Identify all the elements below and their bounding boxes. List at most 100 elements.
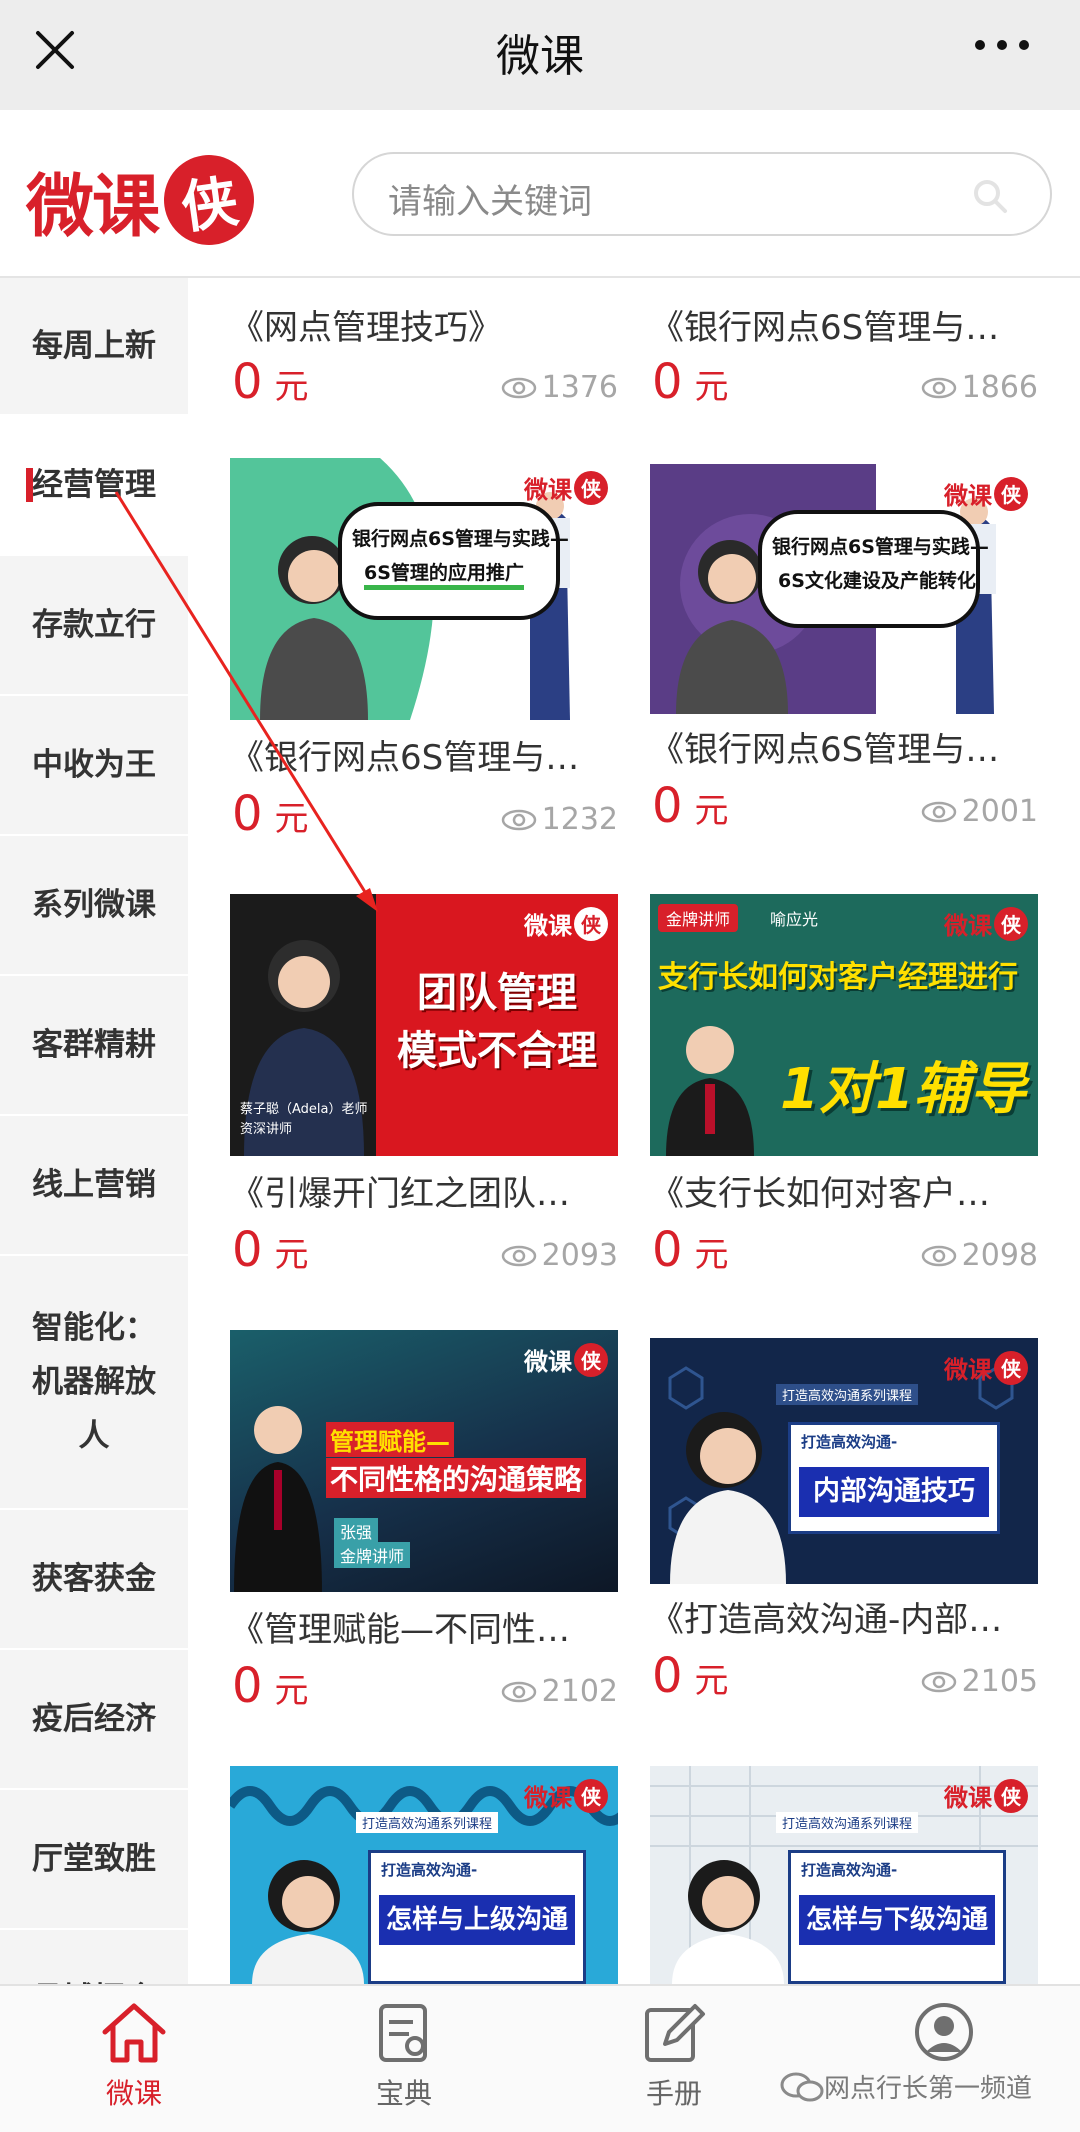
eye-icon: [921, 377, 956, 398]
sidebar-item-label: 县域掘金: [32, 1972, 156, 1984]
course-thumbnail[interactable]: 打造高效沟通系列课程 打造高效沟通- 怎样与下级沟通 微课侠: [650, 1766, 1038, 1984]
course-thumbnail[interactable]: 打造高效沟通系列课程 打造高效沟通- 内部沟通技巧 微课侠: [650, 1338, 1038, 1584]
brand-badge: 微课侠: [524, 470, 608, 505]
eye-icon: [501, 1681, 536, 1702]
price-value: 0: [652, 354, 683, 410]
price-value: 0: [652, 1222, 683, 1278]
course-title: 《银行网点6S管理与…: [650, 730, 1000, 770]
brand-text: 微课: [944, 911, 992, 940]
eye-icon: [501, 1245, 536, 1266]
brand-logo: 微课 侠: [26, 149, 260, 251]
brand-badge: 微课侠: [944, 1778, 1028, 1813]
sidebar-item-label: 经营管理: [32, 467, 156, 503]
sidebar-item-weekly-new[interactable]: 每周上新: [0, 278, 188, 416]
sidebar-item-label: 获客获金: [32, 1561, 156, 1597]
sidebar-item-label: 每周上新: [32, 328, 156, 364]
course-price: 0元: [652, 1222, 729, 1278]
price-unit: 元: [694, 1661, 729, 1701]
thumbnail-headline: 怎样与上级沟通: [379, 1895, 575, 1945]
course-thumbnail[interactable]: 银行网点6S管理与实践— 6S管理的应用推广 微课侠: [230, 458, 618, 720]
brand-text: 微课: [944, 481, 992, 510]
sidebar-item-acquisition[interactable]: 获客获金: [0, 1510, 188, 1650]
price-value: 0: [232, 354, 263, 410]
thumbnail-subheadline: 打造高效沟通-: [801, 1861, 898, 1879]
lecturer-name: 张强: [334, 1518, 379, 1544]
course-price: 0元: [232, 1658, 309, 1714]
thumbnail-subheadline: 打造高效沟通-: [381, 1861, 478, 1879]
tab-weike[interactable]: 微课: [64, 2000, 204, 2112]
thumbnail-subheadline: 打造高效沟通-: [801, 1433, 898, 1451]
course-thumbnail[interactable]: 管理赋能— 不同性格的沟通策略 张强 金牌讲师 微课侠: [230, 1330, 618, 1592]
eye-icon: [501, 809, 536, 830]
logo-text: 微课: [26, 166, 160, 247]
user-icon: [915, 2003, 973, 2061]
more-options-icon[interactable]: [972, 30, 1032, 60]
search-input[interactable]: 请输入关键词: [352, 152, 1052, 236]
sidebar-item-hall-win[interactable]: 厅堂致胜: [0, 1790, 188, 1930]
tab-baodian[interactable]: 宝典: [334, 2000, 474, 2112]
view-count-value: 2098: [961, 1238, 1038, 1273]
bubble-text: 银行网点6S管理与实践—: [772, 536, 989, 558]
sidebar-item-deposits[interactable]: 存款立行: [0, 556, 188, 696]
brand-badge: 微课侠: [524, 906, 608, 941]
lecturer-tag: 金牌讲师: [658, 904, 739, 932]
lecturer-name: 喻应光: [770, 910, 819, 929]
sidebar-item-label: 线上营销: [32, 1167, 156, 1203]
title-panel: 打造高效沟通- 怎样与下级沟通: [788, 1850, 1006, 1984]
sidebar-item-customer-segments[interactable]: 客群精耕: [0, 976, 188, 1116]
speech-bubble: 银行网点6S管理与实践— 6S管理的应用推广: [338, 502, 569, 620]
thumbnail-headline-2: 不同性格的沟通策略: [326, 1458, 587, 1498]
sidebar-item-series-courses[interactable]: 系列微课: [0, 836, 188, 976]
view-count: 2001: [920, 794, 1038, 829]
price-value: 0: [232, 786, 263, 842]
course-thumbnail[interactable]: 打造高效沟通系列课程 打造高效沟通- 怎样与上级沟通 微课侠: [230, 1766, 618, 1984]
sidebar-item-intermediate-income[interactable]: 中收为王: [0, 696, 188, 836]
search-icon[interactable]: [970, 176, 1010, 216]
active-indicator: [26, 468, 33, 502]
course-title: 《打造高效沟通-内部…: [650, 1600, 1003, 1640]
lecturer-photo: 蔡子聪（Adela）老师 资深讲师: [230, 894, 376, 1156]
view-count: 1232: [500, 802, 618, 837]
home-icon: [102, 2003, 166, 2063]
eye-icon: [501, 377, 536, 398]
brand-text: 微课: [944, 1783, 992, 1812]
view-count-value: 1232: [541, 802, 618, 837]
tab-me[interactable]: [874, 2000, 1014, 2066]
view-count-value: 2093: [541, 1238, 618, 1273]
title-panel: 打造高效沟通- 怎样与上级沟通: [368, 1850, 586, 1984]
brand-seal: 侠: [994, 1778, 1028, 1813]
page-title: 微课: [496, 31, 584, 82]
brand-badge: 微课侠: [944, 1350, 1028, 1385]
price-value: 0: [652, 1648, 683, 1704]
price-value: 0: [232, 1222, 263, 1278]
brand-seal: 侠: [574, 470, 608, 505]
sidebar-item-online-marketing[interactable]: 线上营销: [0, 1116, 188, 1256]
course-title: 《网点管理技巧》: [230, 308, 502, 348]
watermark-text: 网点行长第一频道: [824, 2074, 1033, 2104]
tab-shouce[interactable]: 手册: [604, 2000, 744, 2112]
price-value: 0: [232, 1658, 263, 1714]
thumbnail-headline: 管理赋能—: [326, 1422, 454, 1457]
category-sidebar: 每周上新 经营管理 存款立行 中收为王 系列微课 客群精耕 线上营销 智能化：机…: [0, 278, 188, 1984]
sidebar-item-label: 智能化：机器解放人: [32, 1310, 156, 1454]
price-unit: 元: [694, 367, 729, 407]
sidebar-item-post-epidemic[interactable]: 疫后经济: [0, 1650, 188, 1790]
sidebar-item-operation-management[interactable]: 经营管理: [0, 416, 188, 556]
thumbnail-headline: 支行长如何对客户经理进行: [658, 960, 1018, 995]
edit-icon: [645, 2004, 705, 2062]
course-thumbnail[interactable]: 金牌讲师 喻应光 支行长如何对客户经理进行 1对1辅导 微课侠: [650, 894, 1038, 1156]
brand-seal: 侠: [994, 1350, 1028, 1385]
course-thumbnail[interactable]: 银行网点6S管理与实践— 6S文化建设及产能转化 微课侠: [650, 464, 1038, 714]
logo-seal: 侠: [158, 149, 260, 251]
view-count: 2093: [500, 1238, 618, 1273]
view-count-value: 2102: [541, 1674, 618, 1709]
sidebar-item-intelligent[interactable]: 智能化：机器解放人: [0, 1256, 188, 1510]
brand-text: 微课: [524, 1347, 572, 1376]
lecturer-title: 资深讲师: [240, 1122, 293, 1137]
tab-label: 宝典: [375, 2077, 432, 2110]
lecturer-illustration: [234, 1406, 322, 1592]
course-thumbnail[interactable]: 蔡子聪（Adela）老师 资深讲师 团队管理 模式不合理 微课侠: [230, 894, 618, 1156]
sidebar-item-county[interactable]: 县域掘金: [0, 1930, 188, 1984]
brand-text: 微课: [524, 475, 572, 504]
course-title: 《银行网点6S管理与…: [230, 738, 580, 778]
